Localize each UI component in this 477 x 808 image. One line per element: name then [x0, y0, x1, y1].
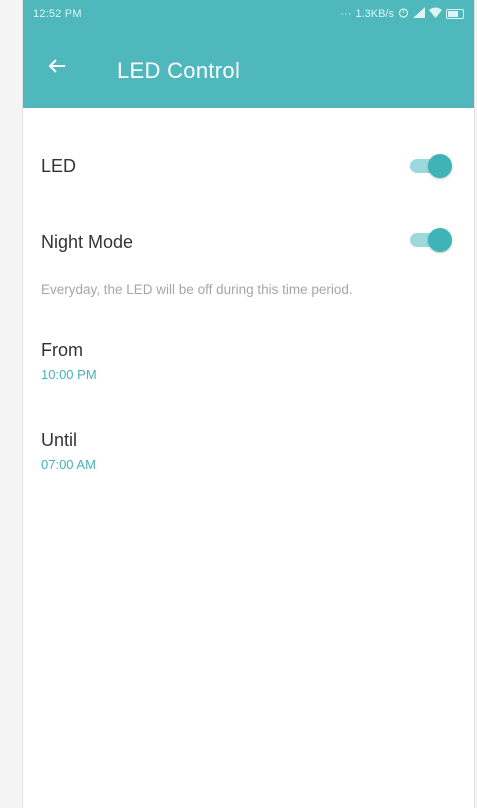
page-title: LED Control	[117, 58, 241, 83]
night-mode-description: Everyday, the LED will be off during thi…	[41, 282, 353, 297]
page: 12:52 PM ··· 1.3KB/s LED Control LED Nig…	[0, 0, 477, 808]
frame-left-edge	[0, 0, 22, 808]
night-mode-row: Night Mode	[23, 214, 474, 270]
signal-icon	[413, 7, 425, 21]
until-time-setting[interactable]: Until 07:00 AM	[23, 420, 474, 480]
led-toggle-thumb	[428, 154, 452, 178]
wifi-icon	[429, 7, 442, 21]
until-label: Until	[41, 430, 78, 450]
back-button[interactable]	[37, 48, 77, 88]
night-mode-label: Night Mode	[41, 232, 134, 252]
app-bar: LED Control	[23, 28, 474, 108]
status-icons: ··· 1.3KB/s	[340, 7, 464, 21]
night-mode-toggle[interactable]	[410, 228, 452, 252]
status-bar: 12:52 PM ··· 1.3KB/s	[23, 0, 474, 28]
led-toggle[interactable]	[410, 154, 452, 178]
alarm-icon	[398, 7, 409, 21]
arrow-left-icon	[48, 58, 66, 79]
led-row: LED	[23, 138, 474, 194]
led-label: LED	[41, 156, 77, 176]
battery-icon	[446, 9, 464, 19]
until-value: 07:00 AM	[41, 457, 96, 472]
status-time: 12:52 PM	[33, 8, 82, 20]
phone-screen: 12:52 PM ··· 1.3KB/s LED Control LED Nig…	[22, 0, 475, 808]
network-speed: 1.3KB/s	[355, 8, 394, 20]
dots-icon: ···	[340, 8, 352, 20]
from-label: From	[41, 340, 83, 360]
from-value: 10:00 PM	[41, 367, 97, 382]
from-time-setting[interactable]: From 10:00 PM	[23, 330, 474, 390]
night-mode-toggle-thumb	[428, 228, 452, 252]
